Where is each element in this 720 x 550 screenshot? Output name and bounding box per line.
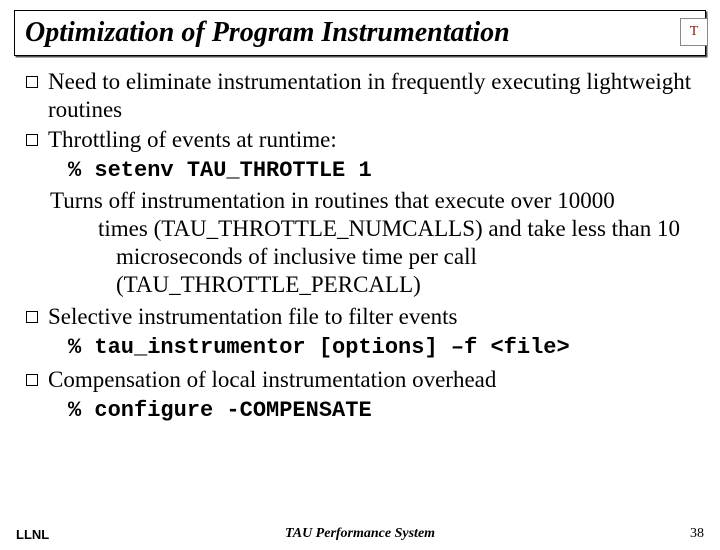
bullet-text: Throttling of events at runtime: (48, 126, 694, 154)
slide-content: Need to eliminate instrumentation in fre… (0, 56, 720, 425)
footer-left: LLNL (16, 527, 49, 542)
bullet-text: Selective instrumentation file to filter… (48, 303, 694, 331)
square-bullet-icon (26, 374, 38, 386)
square-bullet-icon (26, 76, 38, 88)
explain-line-1: Turns off instrumentation in routines th… (50, 188, 615, 213)
explain-text-rest: times (TAU_THROTTLE_NUMCALLS) and take l… (68, 215, 694, 299)
slide-title: Optimization of Program Instrumentation (25, 17, 510, 48)
bullet-item: Selective instrumentation file to filter… (26, 303, 694, 331)
logo-letter: T (690, 24, 699, 40)
logo-icon: T (680, 18, 708, 46)
code-line: % configure -COMPENSATE (68, 398, 694, 425)
square-bullet-icon (26, 134, 38, 146)
explain-text: Turns off instrumentation in routines th… (50, 187, 694, 215)
code-line: % setenv TAU_THROTTLE 1 (68, 158, 694, 185)
bullet-item: Compensation of local instrumentation ov… (26, 366, 694, 394)
bullet-text: Compensation of local instrumentation ov… (48, 366, 694, 394)
bullet-item: Need to eliminate instrumentation in fre… (26, 68, 694, 124)
bullet-text: Need to eliminate instrumentation in fre… (48, 68, 694, 124)
square-bullet-icon (26, 311, 38, 323)
bullet-item: Throttling of events at runtime: (26, 126, 694, 154)
code-line: % tau_instrumentor [options] –f <file> (68, 335, 694, 362)
slide-title-bar: Optimization of Program Instrumentation (14, 10, 706, 56)
